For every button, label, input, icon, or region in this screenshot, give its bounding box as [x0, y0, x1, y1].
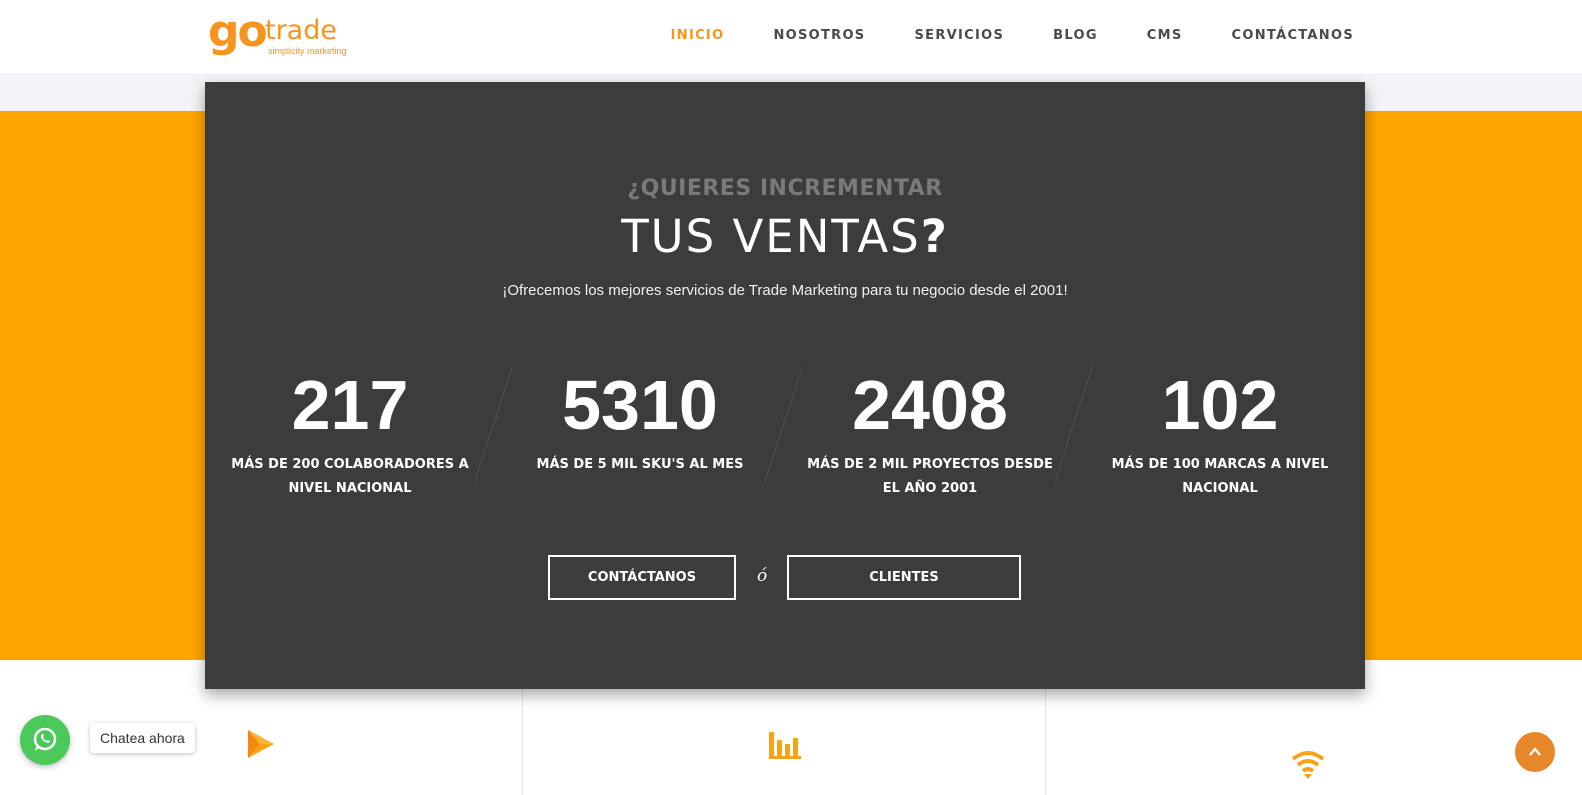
hero-title-mark: ? [920, 210, 949, 263]
page: go trade simplicity marketing INICIO NOS… [0, 0, 1582, 795]
nav-item-cms[interactable]: CMS [1147, 28, 1183, 43]
chat-tooltip[interactable]: Chatea ahora [90, 723, 195, 753]
contact-button[interactable]: CONTÁCTANOS [548, 555, 736, 600]
gotrade-logo[interactable]: go trade simplicity marketing [208, 6, 358, 62]
stat-label: MÁS DE 100 MARCAS A NIVEL NACIONAL [1111, 457, 1329, 496]
stat-divider [764, 367, 803, 482]
stats-row: 217 MÁS DE 200 COLABORADORES A NIVEL NAC… [225, 367, 1345, 497]
nav-item-contactanos[interactable]: CONTÁCTANOS [1232, 28, 1354, 43]
hero-title-text: TUS VENTAS [621, 210, 921, 263]
stat-projects: 2408 MÁS DE 2 MIL PROYECTOS DESDE EL AÑO… [805, 367, 1055, 501]
nav-item-blog[interactable]: BLOG [1053, 28, 1098, 43]
whatsapp-icon [33, 727, 57, 751]
hero-title: TUS VENTAS? [205, 210, 1365, 263]
stat-number: 102 [1161, 366, 1279, 444]
cta-or-text: ó [757, 566, 768, 586]
stat-label: MÁS DE 200 COLABORADORES A NIVEL NACIONA… [231, 457, 469, 496]
logo-tagline: simplicity marketing [268, 46, 347, 56]
hero-panel: ¿QUIERES INCREMENTAR TUS VENTAS? ¡Ofrece… [205, 82, 1365, 689]
feature-column-divider [522, 689, 523, 795]
feature-column-divider [1045, 689, 1046, 795]
wifi-icon [1291, 751, 1325, 779]
main-nav: INICIO NOSOTROS SERVICIOS BLOG CMS CONTÁ… [622, 28, 1354, 43]
clients-button[interactable]: CLIENTES [787, 555, 1021, 600]
nav-item-inicio[interactable]: INICIO [671, 28, 725, 43]
stat-skus: 5310 MÁS DE 5 MIL SKU'S AL MES [515, 367, 765, 477]
chevron-up-icon [1529, 747, 1541, 756]
stat-number: 217 [291, 366, 409, 444]
back-to-top-button[interactable] [1515, 732, 1555, 772]
site-header: go trade simplicity marketing INICIO NOS… [0, 0, 1582, 75]
logo-trade-text: trade [265, 15, 337, 46]
stat-collaborators: 217 MÁS DE 200 COLABORADORES A NIVEL NAC… [225, 367, 475, 501]
whatsapp-chat-button[interactable] [20, 715, 70, 765]
stat-divider [1054, 367, 1093, 482]
stat-brands: 102 MÁS DE 100 MARCAS A NIVEL NACIONAL [1095, 367, 1345, 501]
stat-label: MÁS DE 2 MIL PROYECTOS DESDE EL AÑO 2001 [807, 457, 1053, 496]
stat-divider [474, 367, 513, 482]
nav-item-servicios[interactable]: SERVICIOS [914, 28, 1004, 43]
logo-go-text: go [208, 6, 268, 57]
stat-number: 2408 [852, 366, 1008, 444]
play-icon [248, 730, 274, 758]
hero-pre-title: ¿QUIERES INCREMENTAR [627, 176, 943, 201]
bar-chart-icon [769, 732, 801, 759]
stat-label: MÁS DE 5 MIL SKU'S AL MES [536, 457, 744, 472]
hero-subtitle: ¡Ofrecemos los mejores servicios de Trad… [502, 282, 1068, 299]
nav-item-nosotros[interactable]: NOSOTROS [773, 28, 865, 43]
stat-number: 5310 [562, 366, 718, 444]
